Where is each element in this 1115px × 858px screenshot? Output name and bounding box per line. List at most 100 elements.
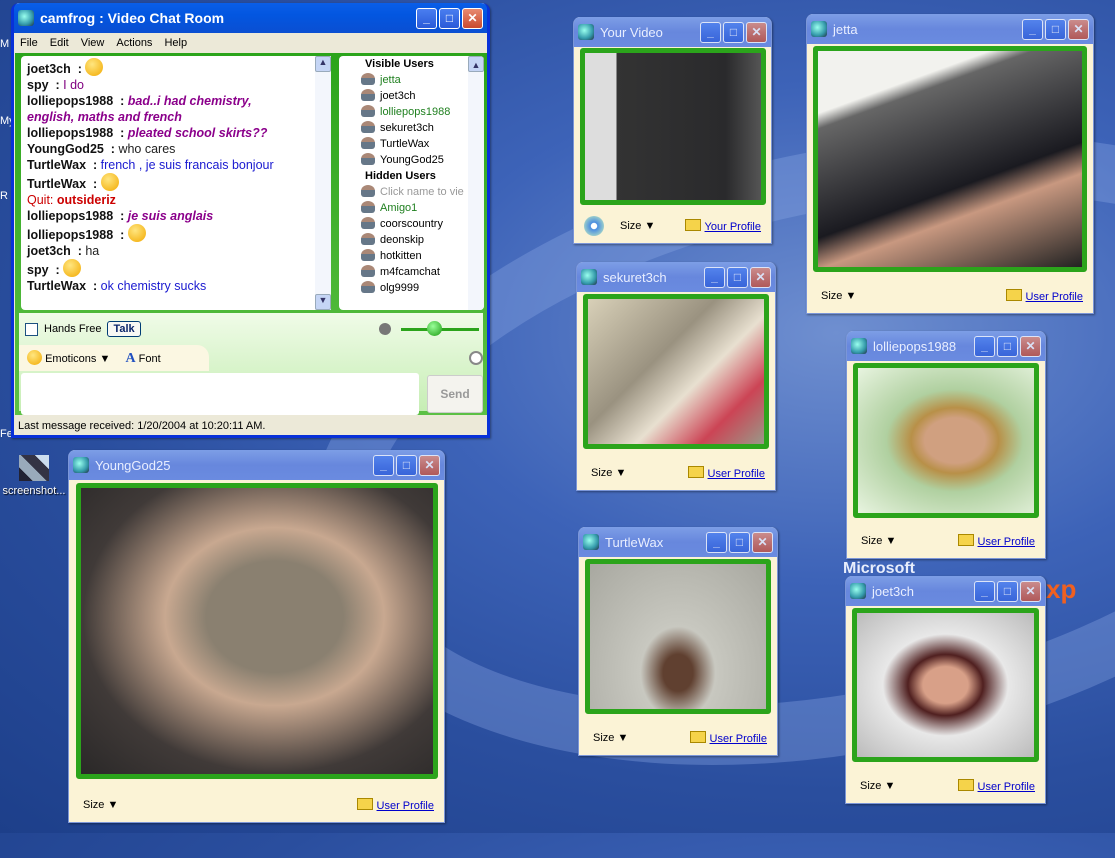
size-dropdown[interactable]: Size ▼ [861, 535, 896, 547]
hands-free-checkbox[interactable] [25, 322, 38, 336]
hidden-hint: Click name to vie [361, 184, 484, 200]
volume-slider-thumb[interactable] [427, 321, 442, 336]
video-window-sekuret3ch: sekuret3ch _ □ ✕ Size ▼ User Profile [576, 262, 776, 491]
message-author: TurtleWax [27, 177, 87, 191]
message-author: TurtleWax [27, 158, 87, 172]
message-author: lolliepops1988 [27, 94, 114, 108]
chat-message: lolliepops1988 : je suis anglais [27, 209, 214, 223]
close-button[interactable]: ✕ [750, 266, 771, 288]
main-window: camfrog : Video Chat Room _ □ ✕ File Edit Vi… [11, 3, 490, 438]
webcam-icon[interactable] [584, 216, 604, 236]
size-dropdown[interactable]: Size ▼ [620, 220, 655, 232]
minimize-button[interactable]: _ [974, 335, 995, 357]
video-window-your-video: Your Video _ □ ✕ Size ▼ Your Profile [573, 17, 772, 244]
close-button[interactable]: ✕ [462, 7, 483, 29]
camfrog-icon [583, 534, 599, 550]
user-item[interactable]: hotkitten [361, 248, 484, 264]
profile-link[interactable]: User Profile [1006, 289, 1083, 303]
menu-file[interactable]: File [20, 37, 38, 49]
title-bar[interactable]: jetta _ □ ✕ [807, 14, 1093, 44]
user-item[interactable]: TurtleWax [361, 136, 484, 152]
title-bar[interactable]: Your Video _ □ ✕ [574, 17, 771, 47]
message-author: YoungGod25 [27, 142, 104, 156]
emoticons-button[interactable]: Emoticons ▼ [27, 350, 110, 365]
maximize-button[interactable]: □ [727, 266, 748, 288]
video-feed [852, 608, 1039, 762]
video-window-joet3ch: joet3ch _ □ ✕ Size ▼ User Profile [845, 576, 1046, 804]
desktop-icon-screenshot[interactable]: screenshot... [0, 455, 68, 497]
minimize-button[interactable]: _ [706, 531, 727, 553]
maximize-button[interactable]: □ [997, 580, 1018, 602]
menu-edit[interactable]: Edit [50, 37, 69, 49]
profile-link[interactable]: User Profile [958, 534, 1035, 548]
profile-link[interactable]: User Profile [690, 731, 767, 745]
message-input[interactable] [21, 373, 419, 415]
size-dropdown[interactable]: Size ▼ [593, 732, 628, 744]
user-item[interactable]: deonskip [361, 232, 484, 248]
maximize-button[interactable]: □ [997, 335, 1018, 357]
size-dropdown[interactable]: Size ▼ [591, 467, 626, 479]
user-item[interactable]: coorscountry [361, 216, 484, 232]
user-item[interactable]: lolliepops1988 [361, 104, 484, 120]
emoticon-wink-icon [100, 173, 119, 191]
maximize-button[interactable]: □ [439, 7, 460, 29]
font-button[interactable]: A Font [125, 351, 160, 366]
hidden-users-header: Hidden Users [365, 170, 436, 182]
message-text: ha [85, 244, 100, 258]
size-dropdown[interactable]: Size ▼ [83, 799, 118, 811]
user-item[interactable]: jetta [361, 72, 484, 88]
minimize-button[interactable]: _ [373, 454, 394, 476]
user-list-scrollbar[interactable]: ▲ [468, 56, 484, 310]
message-text: je suis anglais [127, 209, 214, 223]
video-feed [853, 363, 1039, 518]
camfrog-icon [811, 21, 827, 37]
user-item[interactable]: joet3ch [361, 88, 484, 104]
menu-view[interactable]: View [81, 37, 105, 49]
user-item[interactable]: sekuret3ch [361, 120, 484, 136]
video-window-turtlewax: TurtleWax _ □ ✕ Size ▼ User Profile [578, 527, 778, 756]
maximize-button[interactable]: □ [723, 21, 744, 43]
close-button[interactable]: ✕ [1020, 335, 1041, 357]
close-button[interactable]: ✕ [1020, 580, 1041, 602]
close-button[interactable]: ✕ [419, 454, 440, 476]
profile-link[interactable]: User Profile [688, 466, 765, 480]
maximize-button[interactable]: □ [1045, 18, 1066, 40]
title-bar[interactable]: camfrog : Video Chat Room _ □ ✕ [14, 3, 487, 33]
close-button[interactable]: ✕ [752, 531, 773, 553]
minimize-button[interactable]: _ [704, 266, 725, 288]
user-item[interactable]: m4fcamchat [361, 264, 484, 280]
menu-help[interactable]: Help [164, 37, 187, 49]
title-bar[interactable]: lolliepops1988 _ □ ✕ [847, 331, 1045, 361]
message-author: lolliepops1988 [27, 126, 114, 140]
profile-link[interactable]: User Profile [357, 798, 434, 812]
chat-message: TurtleWax : [27, 173, 325, 192]
minimize-button[interactable]: _ [416, 7, 437, 29]
user-item[interactable]: olg9999 [361, 280, 484, 296]
menu-actions[interactable]: Actions [116, 37, 152, 49]
title-bar[interactable]: joet3ch _ □ ✕ [846, 576, 1045, 606]
close-button[interactable]: ✕ [746, 21, 767, 43]
maximize-button[interactable]: □ [729, 531, 750, 553]
close-button[interactable]: ✕ [1068, 18, 1089, 40]
maximize-button[interactable]: □ [396, 454, 417, 476]
user-item[interactable]: Amigo1 [361, 200, 484, 216]
minimize-button[interactable]: _ [700, 21, 721, 43]
chat-scrollbar[interactable]: ▲ ▼ [315, 56, 331, 310]
emoticon-tongue-icon [127, 224, 146, 242]
title-bar[interactable]: YoungGod25 _ □ ✕ [69, 450, 444, 480]
title-bar[interactable]: TurtleWax _ □ ✕ [579, 527, 777, 557]
video-window-lolliepops1988: lolliepops1988 _ □ ✕ Size ▼ User Profile [846, 331, 1046, 559]
message-text: french , je suis francais bonjour [100, 158, 274, 172]
talk-button[interactable]: Talk [107, 321, 141, 337]
timer-icon[interactable] [469, 351, 483, 365]
video-feed [585, 559, 771, 714]
size-dropdown[interactable]: Size ▼ [860, 780, 895, 792]
title-bar[interactable]: sekuret3ch _ □ ✕ [577, 262, 775, 292]
minimize-button[interactable]: _ [1022, 18, 1043, 40]
profile-link[interactable]: Your Profile [685, 219, 761, 233]
profile-link[interactable]: User Profile [958, 779, 1035, 793]
size-dropdown[interactable]: Size ▼ [821, 290, 856, 302]
user-item[interactable]: YoungGod25 [361, 152, 484, 168]
minimize-button[interactable]: _ [974, 580, 995, 602]
send-button[interactable]: Send [427, 375, 483, 413]
